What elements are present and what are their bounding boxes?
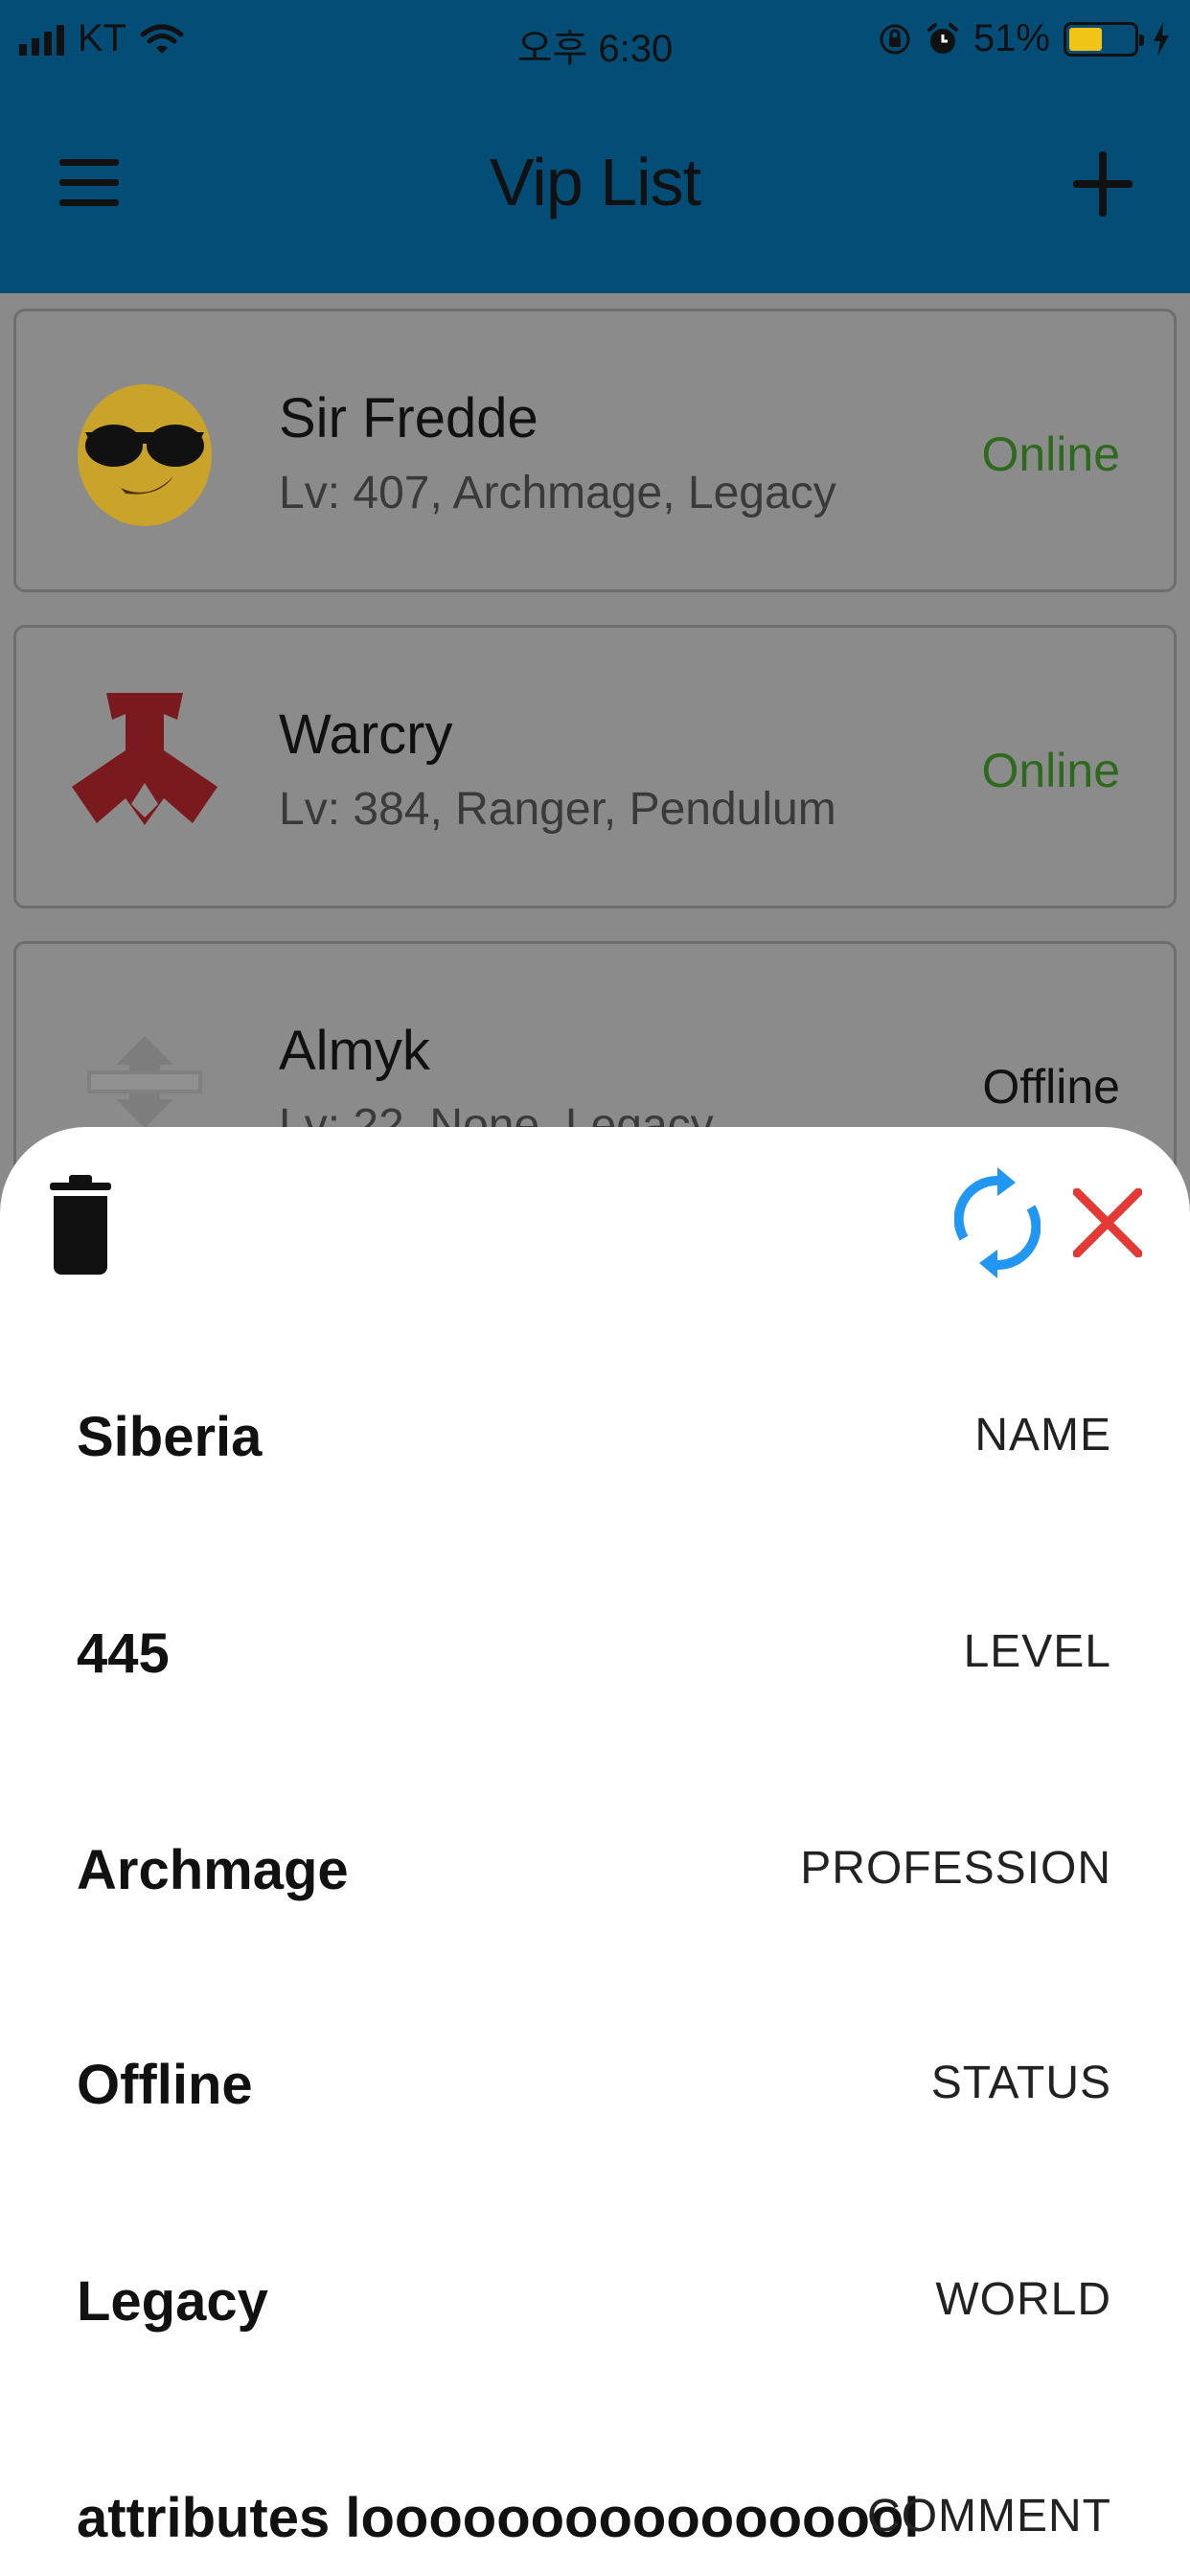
field-label: WORLD	[935, 2274, 1111, 2325]
field-value: Legacy	[77, 2270, 268, 2333]
field-row-level: 445 LEVEL	[0, 1604, 1190, 1700]
field-value: attributes looooooooooooooool	[77, 2487, 920, 2549]
field-value: Offline	[77, 2054, 253, 2116]
field-row-world: Legacy WORLD	[0, 2252, 1190, 2348]
status-bar: KT 오후 6:30 51%	[0, 0, 1190, 79]
field-label: LEVEL	[963, 1626, 1111, 1677]
vip-status: Offline	[982, 1060, 1120, 1114]
vip-name: Warcry	[279, 703, 453, 766]
vip-status: Online	[981, 744, 1120, 797]
refresh-icon[interactable]	[954, 1163, 1041, 1282]
close-icon[interactable]	[1073, 1188, 1142, 1257]
vip-card[interactable]: Warcry Lv: 384, Ranger, Pendulum Online	[13, 625, 1177, 908]
field-value: Archmage	[77, 1839, 349, 1901]
field-label: STATUS	[930, 2058, 1111, 2108]
field-row-profession: Archmage PROFESSION	[0, 1821, 1190, 1917]
orientation-lock-icon	[880, 24, 910, 54]
vip-detail-sheet: Siberia NAME 445 LEVEL Archmage PROFESSI…	[0, 1127, 1190, 2576]
field-row-name: Siberia NAME	[0, 1388, 1190, 1484]
field-label: PROFESSION	[800, 1843, 1111, 1894]
add-vip-button[interactable]	[1073, 151, 1133, 217]
field-row-status: Offline STATUS	[0, 2036, 1190, 2131]
sunglasses-emoji-icon	[78, 384, 212, 526]
vip-info: Lv: 384, Ranger, Pendulum	[279, 784, 836, 835]
field-label: COMMENT	[867, 2491, 1111, 2542]
vip-status: Online	[981, 427, 1120, 481]
battery-percent: 51%	[973, 17, 1050, 59]
trash-icon[interactable]	[50, 1173, 111, 1275]
red-emblem-icon	[72, 693, 217, 825]
field-row-comment: attributes looooooooooooooool COMMENT	[0, 2469, 1190, 2564]
vip-name: Almyk	[279, 1020, 430, 1082]
field-value: Siberia	[77, 1406, 263, 1468]
app-header: KT 오후 6:30 51% Vip List	[0, 0, 1190, 293]
alarm-icon	[927, 22, 958, 54]
vip-card[interactable]: Sir Fredde Lv: 407, Archmage, Legacy Onl…	[13, 309, 1177, 592]
field-label: NAME	[974, 1410, 1111, 1460]
battery-icon	[1064, 21, 1144, 57]
page-title: Vip List	[489, 145, 701, 219]
vip-info: Lv: 407, Archmage, Legacy	[279, 468, 836, 518]
field-value: 445	[77, 1622, 170, 1685]
charging-bolt-icon	[1154, 21, 1169, 57]
vip-name: Sir Fredde	[279, 387, 538, 449]
